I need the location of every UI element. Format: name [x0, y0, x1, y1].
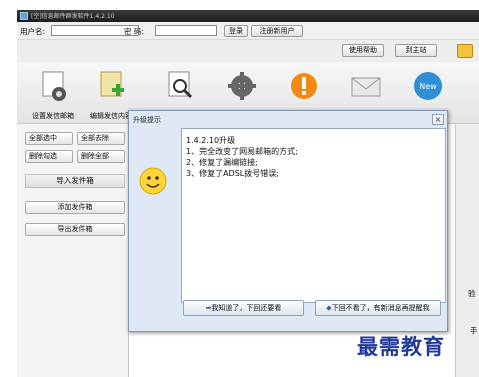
home-button[interactable]: 到主站 [395, 44, 437, 57]
unselect-all-button[interactable]: 全部去除 [77, 132, 125, 145]
smiley-icon [139, 167, 167, 195]
acknowledge-label: 我知道了，下回还要看 [211, 304, 282, 312]
upgrade-dialog: 升级提示 × 1.4.2.10升级 1、完全改变了网易邮箱的方式; 2、修复了漏… [128, 110, 448, 332]
qq-icon[interactable] [457, 44, 473, 58]
acknowledge-button[interactable]: ➡我知道了，下回还要看 [183, 300, 304, 316]
dialog-title: 升级提示 [133, 116, 161, 124]
import-section-header[interactable]: 导入发件箱 [25, 174, 125, 188]
username-label: 用户名: [20, 27, 46, 36]
news-icon: New [414, 72, 442, 100]
help-button[interactable]: 使用帮助 [342, 44, 384, 57]
dont-show-again-button[interactable]: ◆下回不看了，有新消息再提醒我 [315, 300, 441, 316]
top-action-bar: 使用帮助 到主站 [17, 40, 479, 62]
dialog-message: 1.4.2.10升级 1、完全改变了网易邮箱的方式; 2、修复了漏编链接; 3、… [186, 136, 298, 178]
right-label-1: 验 [468, 289, 476, 298]
password-label: 密 码: [124, 27, 144, 36]
dont-show-label: 下回不看了，有新消息再提醒我 [331, 304, 430, 312]
add-document-icon [100, 71, 124, 97]
login-button[interactable]: 登录 [224, 25, 248, 37]
window-title-bar: [空]信息邮件群发软件1.4.2.10 [17, 10, 479, 22]
watermark-text: 最需教育 [357, 334, 445, 359]
mail-icon [351, 77, 381, 97]
svg-text:New: New [419, 82, 437, 91]
search-document-icon [168, 71, 193, 99]
add-sender-button[interactable]: 添加发件箱 [25, 201, 125, 214]
tool-label: 设置发信邮箱 [32, 112, 74, 120]
settings-gear-icon [228, 72, 256, 100]
dialog-message-box: 1.4.2.10升级 1、完全改变了网易邮箱的方式; 2、修复了漏编链接; 3、… [181, 128, 446, 303]
login-bar: 用户名: 密 码: 登录 注册新用户 [17, 22, 479, 40]
right-panel: 验 手 [455, 124, 479, 377]
app-icon [20, 12, 28, 20]
password-input[interactable] [155, 25, 217, 36]
right-label-2: 手 [470, 326, 478, 335]
select-all-button[interactable]: 全部选中 [25, 132, 73, 145]
gear-document-icon [42, 71, 66, 101]
register-button[interactable]: 注册新用户 [251, 25, 303, 37]
sidebar: 全部选中 全部去除 删除勾选 删除全部 导入发件箱 添加发件箱 导出发件箱 [17, 124, 129, 377]
window-title: [空]信息邮件群发软件1.4.2.10 [31, 13, 115, 20]
export-sender-button[interactable]: 导出发件箱 [25, 223, 125, 236]
tool-set-sender-mailbox[interactable]: 设置发信邮箱 [25, 64, 81, 124]
delete-all-button[interactable]: 删除全部 [77, 150, 125, 163]
delete-checked-button[interactable]: 删除勾选 [25, 150, 73, 163]
warning-icon [291, 73, 317, 99]
close-icon[interactable]: × [432, 114, 444, 125]
